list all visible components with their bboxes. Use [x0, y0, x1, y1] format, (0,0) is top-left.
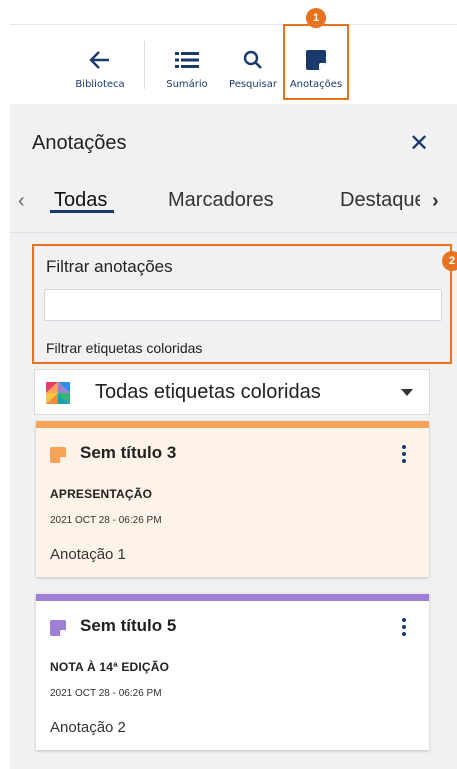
note-card[interactable]: Sem título 5 NOTA À 14ª EDIÇÃO 2021 OCT …: [36, 594, 429, 750]
search-icon: [243, 47, 263, 73]
search-label: Pesquisar: [229, 79, 277, 90]
note-card[interactable]: Sem título 3 APRESENTAÇÃO 2021 OCT 28 - …: [36, 421, 429, 577]
close-icon[interactable]: ✕: [409, 132, 429, 156]
note-text: Anotação 1: [50, 546, 126, 563]
panel-header: Anotações ✕: [10, 104, 457, 176]
callout-badge-2: 2: [442, 251, 457, 271]
chevron-left-icon[interactable]: ‹: [18, 190, 25, 213]
library-label: Biblioteca: [75, 79, 125, 90]
filter-title: Filtrar anotações: [46, 257, 173, 276]
more-options-icon[interactable]: [398, 616, 410, 640]
sticky-note-icon: [50, 620, 66, 641]
toolbar-separator: [144, 41, 145, 89]
color-palette-icon: [46, 382, 70, 409]
chevron-right-icon[interactable]: ›: [432, 190, 439, 213]
arrow-left-icon: [89, 47, 111, 73]
filter-section: Filtrar anotações Filtrar etiquetas colo…: [32, 244, 452, 364]
caret-down-icon: [401, 389, 413, 396]
note-text: Anotação 2: [50, 719, 126, 736]
summary-button[interactable]: Sumário: [162, 25, 212, 101]
note-date: 2021 OCT 28 - 06:26 PM: [50, 688, 162, 699]
note-color-bar: [36, 421, 429, 428]
summary-label: Sumário: [166, 79, 208, 90]
library-button[interactable]: Biblioteca: [70, 25, 130, 101]
filter-notes-input[interactable]: [44, 289, 442, 321]
list-icon: [175, 47, 199, 73]
tab-bar: ‹ Todas Marcadores Destaques ›: [10, 176, 457, 233]
color-tag-select[interactable]: Todas etiquetas coloridas: [34, 369, 430, 415]
note-title: Sem título 3: [80, 443, 177, 462]
note-color-bar: [36, 594, 429, 601]
callout-frame-1: [283, 24, 349, 100]
select-value: Todas etiquetas coloridas: [95, 381, 321, 403]
note-title: Sem título 5: [80, 616, 177, 635]
active-tab-indicator: [50, 210, 114, 213]
more-options-icon[interactable]: [398, 443, 410, 467]
note-date: 2021 OCT 28 - 06:26 PM: [50, 515, 162, 526]
sticky-note-icon: [50, 447, 66, 468]
tab-marcadores[interactable]: Marcadores: [168, 189, 274, 212]
search-button[interactable]: Pesquisar: [225, 25, 281, 101]
tab-todas[interactable]: Todas: [54, 189, 107, 212]
note-chapter: NOTA À 14ª EDIÇÃO: [50, 660, 170, 674]
tab-destaques[interactable]: Destaques: [340, 189, 420, 212]
filter-tags-label: Filtrar etiquetas coloridas: [46, 340, 203, 356]
panel-title: Anotações: [32, 132, 127, 154]
callout-badge-1: 1: [306, 8, 326, 28]
reader-toolbar: Biblioteca Sumário Pesquisar Anotações: [0, 25, 457, 103]
notes-panel: Anotações ✕ ‹ Todas Marcadores Destaques…: [10, 104, 457, 769]
note-chapter: APRESENTAÇÃO: [50, 487, 153, 501]
